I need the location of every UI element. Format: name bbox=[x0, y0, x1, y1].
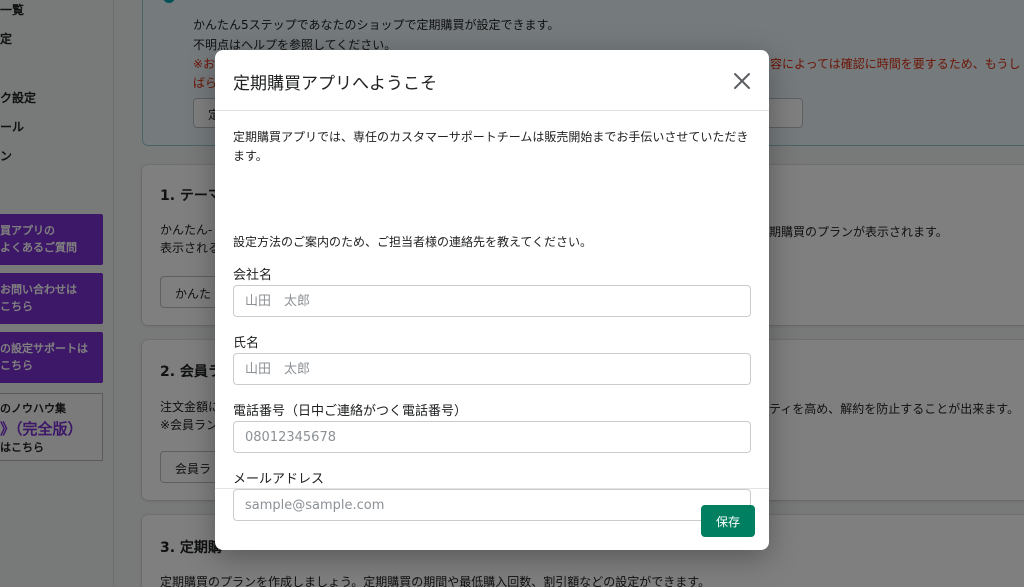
welcome-modal: 定期購買アプリへようこそ 定期購買アプリでは、専任のカスタマーサポートチームは販… bbox=[215, 50, 769, 550]
company-name-input[interactable] bbox=[233, 285, 751, 317]
save-button[interactable]: 保存 bbox=[701, 505, 755, 537]
phone-label: 電話番号（日中ご連絡がつく電話番号） bbox=[233, 404, 468, 419]
close-icon[interactable] bbox=[730, 69, 754, 93]
modal-header: 定期購買アプリへようこそ bbox=[215, 50, 769, 111]
email-label: メールアドレス bbox=[233, 472, 325, 487]
company-label: 会社名 bbox=[233, 268, 273, 283]
name-label: 氏名 bbox=[233, 336, 260, 351]
phone-input[interactable] bbox=[233, 421, 751, 453]
intro-text: 定期購買アプリでは、専任のカスタマーサポートチームは販売開始までお手伝いさせてい… bbox=[233, 130, 749, 163]
modal-title: 定期購買アプリへようこそ bbox=[233, 74, 437, 94]
intro-text-contact: 設定方法のご案内のため、ご担当者様の連絡先を教えてください。 bbox=[233, 235, 593, 249]
modal-footer: 保存 bbox=[215, 488, 769, 550]
full-name-input[interactable] bbox=[233, 353, 751, 385]
